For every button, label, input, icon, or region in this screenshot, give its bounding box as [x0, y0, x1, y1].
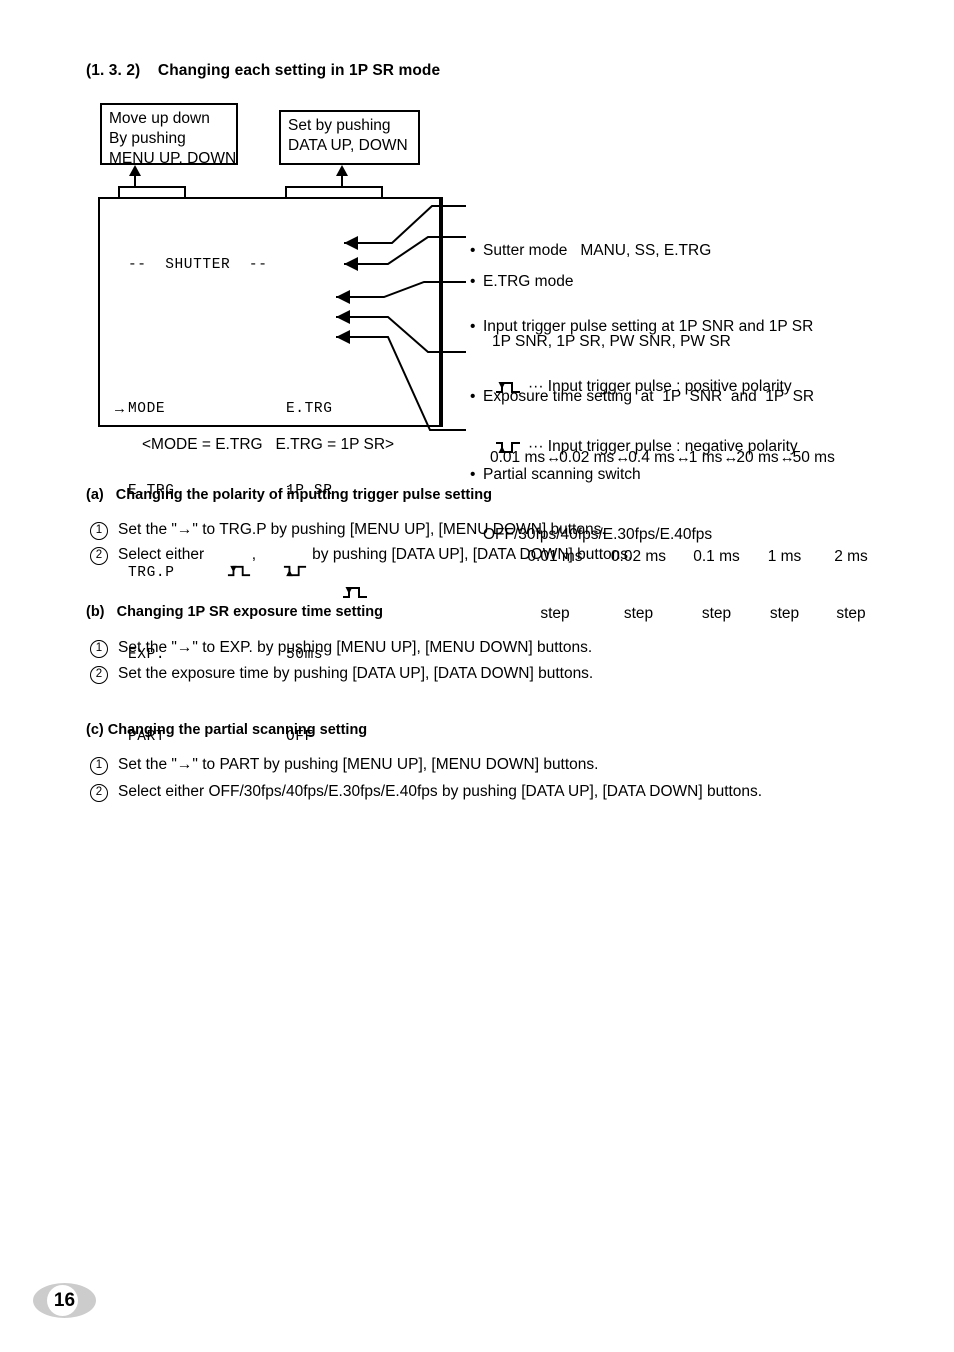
- leader-rail: [439, 197, 443, 427]
- section-a-step-2: 2 Select either , by pushing [DATA UP], …: [90, 546, 632, 601]
- section-a-step-2-mid: ,: [251, 546, 265, 563]
- step-number-icon: 2: [90, 666, 108, 684]
- annotation-exposure-title: Exposure time setting at 1P SNR and 1P S…: [470, 387, 886, 407]
- pulse-negative-icon: [283, 565, 306, 577]
- section-a-step-1: 1 Set the "→" to TRG.P by pushing [MENU …: [90, 521, 606, 541]
- section-b-step-2: 2 Set the exposure time by pushing [DATA…: [90, 665, 593, 685]
- step-number-icon: 1: [90, 522, 108, 540]
- section-b-step-1-text: Set the "→" to EXP. by pushing [MENU UP]…: [118, 639, 593, 656]
- page-title: (1. 3. 2) Changing each setting in 1P SR…: [86, 62, 441, 79]
- screen-caption: <MODE = E.TRG E.TRG = 1P SR>: [142, 436, 395, 453]
- exposure-step-2-label: step: [701, 605, 732, 622]
- step-number-icon: 1: [90, 640, 108, 658]
- pulse-negative-icon-inline: [266, 546, 307, 601]
- pulse-positive-icon: [227, 565, 250, 577]
- exposure-step-4-value: 2 ms: [834, 548, 868, 565]
- callout-menu-buttons: Move up down By pushing MENU UP, DOWN: [100, 103, 238, 167]
- section-b-step-2-text: Set the exposure time by pushing [DATA U…: [118, 665, 594, 682]
- section-c-step-2: 2 Select either OFF/30fps/40fps/E.30fps/…: [90, 783, 762, 803]
- screen-menu-title: -- SHUTTER --: [128, 255, 267, 276]
- section-a-step-2-pre: Select either: [118, 546, 209, 563]
- section-b-step-1: 1 Set the "→" to EXP. by pushing [MENU U…: [90, 639, 592, 659]
- arrow-up-icon-menu: [129, 165, 141, 176]
- annotation-trigger-polarity-title: Input trigger pulse setting at 1P SNR an…: [470, 317, 813, 337]
- screen-title-label: -- SHUTTER --: [128, 257, 268, 273]
- exposure-step-0-label: step: [540, 605, 570, 622]
- arrow-up-icon-data: [336, 165, 348, 176]
- step-number-icon: 2: [90, 547, 108, 565]
- menu-value-mode: E.TRG: [286, 400, 333, 417]
- exposure-step-4-label: step: [836, 605, 866, 622]
- page-number-badge: 16: [33, 1283, 96, 1318]
- screen-blank-row: [128, 317, 165, 338]
- section-c-step-1: 1 Set the "→" to PART by pushing [MENU U…: [90, 756, 598, 776]
- exposure-step-3-label: step: [769, 605, 800, 622]
- exposure-step-4: 2 ms step: [816, 509, 886, 661]
- pulse-positive-icon-inline: [209, 546, 250, 601]
- step-number-icon: 1: [90, 757, 108, 775]
- section-a-step-2-post: by pushing [DATA UP], [DATA DOWN] button…: [307, 546, 633, 563]
- section-c-heading: (c) Changing the partial scanning settin…: [86, 722, 368, 738]
- callout-data-buttons: Set by pushing DATA UP, DOWN: [279, 110, 420, 165]
- exposure-value-4: 20 ms: [736, 449, 779, 466]
- exposure-arrow-3: ↔: [723, 449, 738, 466]
- section-a-step-1-text: Set the "→" to TRG.P by pushing [MENU UP…: [118, 521, 606, 538]
- exposure-step-3: 1 ms step: [753, 509, 816, 661]
- section-b-heading: (b) Changing 1P SR exposure time setting: [86, 604, 384, 620]
- exposure-arrow-4: ↔: [779, 449, 795, 466]
- exposure-value-5: 50 ms: [792, 449, 835, 466]
- section-c-step-2-text: Select either OFF/30fps/40fps/E.30fps/E.…: [118, 783, 763, 800]
- annotation-partial-title: Partial scanning switch: [470, 465, 712, 485]
- section-c-step-1-text: Set the "→" to PART by pushing [MENU UP]…: [118, 756, 599, 773]
- exposure-step-3-value: 1 ms: [767, 548, 802, 565]
- page-number: 16: [53, 1289, 76, 1311]
- menu-label-mode: MODE: [128, 400, 166, 417]
- menu-cursor-icon: →: [112, 399, 128, 417]
- exposure-step-1-label: step: [623, 605, 654, 622]
- menu-row-mode[interactable]: → MODE E.TRG: [112, 399, 332, 420]
- section-a-heading: (a) Changing the polarity of inputting t…: [86, 487, 492, 503]
- step-number-icon: 2: [90, 784, 108, 802]
- annotation-partial-scanning: Partial scanning switch OFF/30fps/40fps/…: [470, 425, 712, 565]
